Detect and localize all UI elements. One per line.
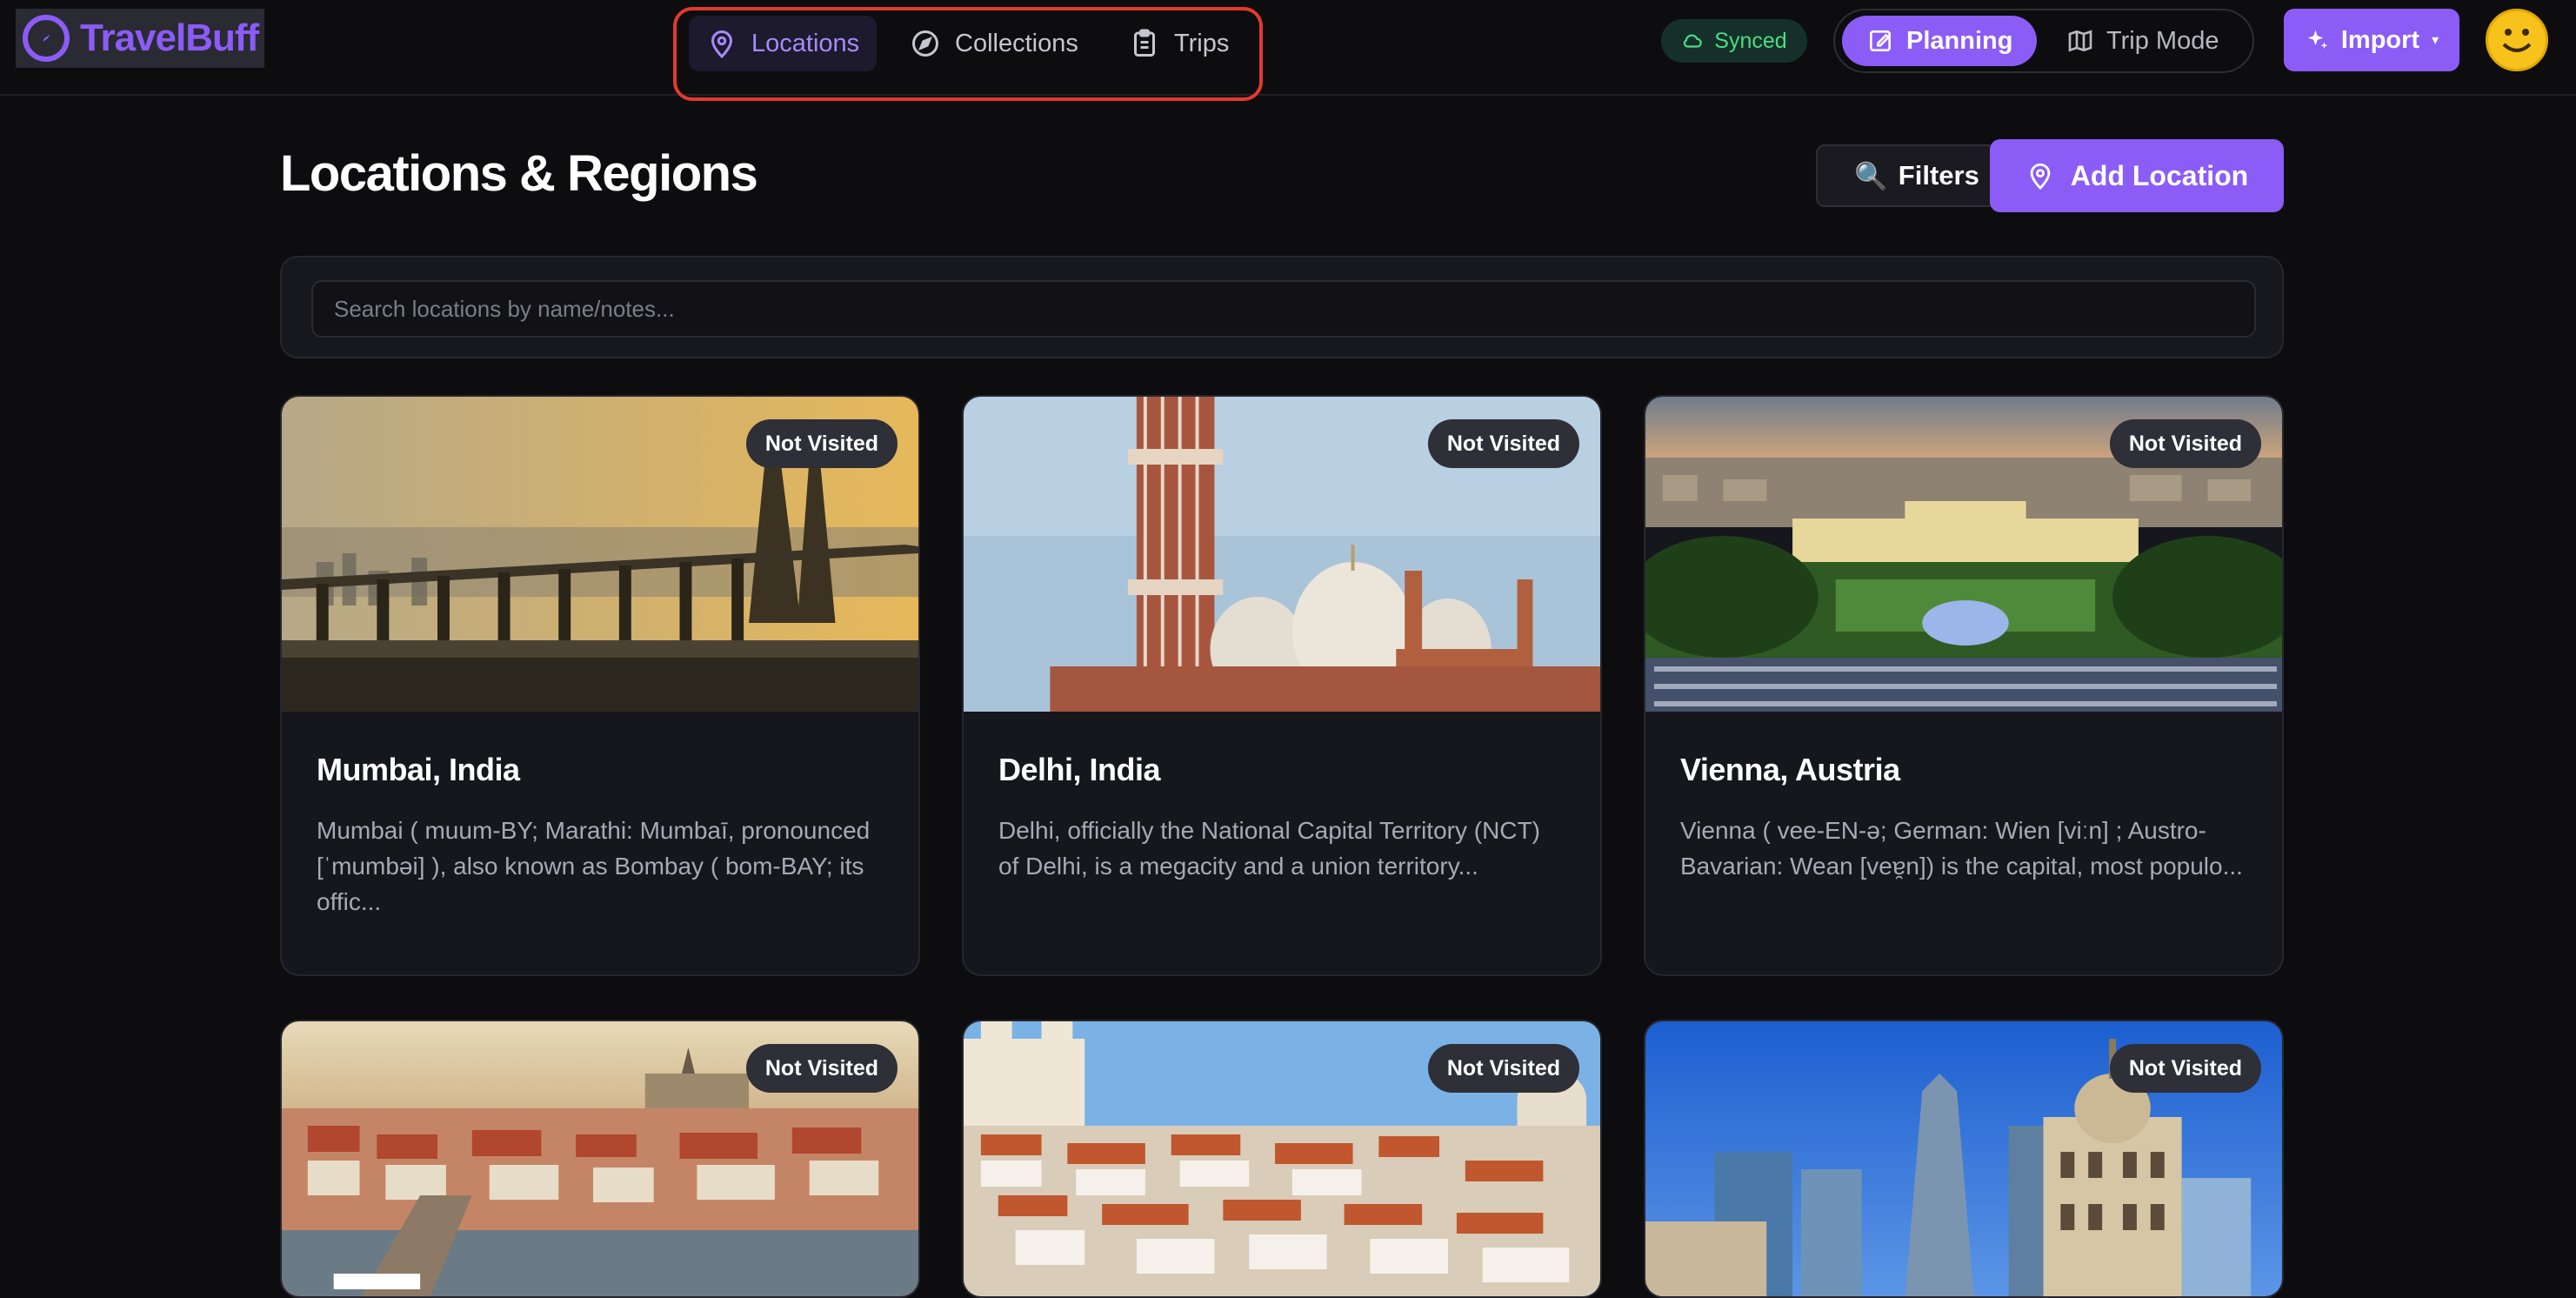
app-logo[interactable]: TravelBuff — [16, 9, 264, 68]
nav-item-collections[interactable]: Collections — [892, 16, 1096, 71]
map-pin-icon — [2030, 163, 2051, 191]
app-name: TravelBuff — [80, 17, 259, 59]
location-card[interactable]: Not Visited — [280, 1020, 920, 1298]
location-image: Not Visited — [964, 1021, 1600, 1296]
search-input[interactable] — [311, 280, 2256, 338]
nav-item-label: Trips — [1174, 29, 1230, 57]
clipboard-icon — [1134, 29, 1155, 57]
chevron-down-icon: ▾ — [2432, 33, 2439, 48]
location-card[interactable]: Not Visited — [962, 1020, 1602, 1298]
trip-mode-button[interactable]: Trip Mode — [2042, 16, 2243, 66]
planning-label: Planning — [1906, 26, 2013, 55]
compass-icon — [912, 30, 938, 57]
status-badge: Not Visited — [1427, 419, 1579, 468]
planning-mode-button[interactable]: Planning — [1842, 16, 2038, 66]
compass-logo-icon — [23, 15, 70, 62]
cloud-icon — [1684, 34, 1703, 48]
sync-status-badge: Synced — [1661, 19, 1807, 63]
location-description: Mumbai ( muum-BY; Marathi: Mumbaī, prono… — [317, 817, 871, 915]
edit-icon — [1870, 30, 1891, 51]
add-location-button[interactable]: Add Location — [1990, 139, 2284, 212]
magnifier-icon: 🔍 — [1854, 160, 1888, 191]
location-image: Not Visited — [964, 397, 1600, 712]
status-badge: Not Visited — [2109, 419, 2261, 468]
page-title: Locations & Regions — [280, 145, 758, 202]
location-description: Vienna ( vee-EN-ə; German: Wien [viːn] ;… — [1680, 817, 2243, 880]
add-location-label: Add Location — [2070, 159, 2249, 191]
nav-item-label: Collections — [955, 29, 1078, 57]
user-avatar[interactable] — [2486, 9, 2548, 71]
status-badge: Not Visited — [745, 1044, 898, 1093]
status-badge: Not Visited — [745, 419, 898, 468]
filters-label: Filters — [1898, 160, 1979, 191]
location-image: Not Visited — [1645, 1021, 2282, 1296]
location-image: Not Visited — [282, 1021, 918, 1296]
sync-label: Synced — [1714, 28, 1787, 53]
location-image: Not Visited — [1645, 397, 2282, 712]
map-icon — [2068, 30, 2092, 52]
location-card-vienna[interactable]: Not Visited Vienna, Austria Vienna ( vee… — [1644, 395, 2284, 976]
location-image: Not Visited — [282, 397, 918, 712]
status-badge: Not Visited — [1427, 1044, 1579, 1093]
location-description: Delhi, officially the National Capital T… — [998, 817, 1540, 880]
filters-button[interactable]: 🔍 Filters — [1816, 144, 2018, 207]
import-label: Import — [2340, 25, 2420, 54]
nav-item-trips[interactable]: Trips — [1111, 16, 1246, 71]
location-card-delhi[interactable]: Not Visited Delhi, India Delhi, official… — [962, 395, 1602, 976]
nav-item-locations[interactable]: Locations — [689, 16, 878, 71]
sparkles-icon — [2307, 30, 2328, 49]
search-panel — [280, 256, 2284, 358]
location-card-mumbai[interactable]: Not Visited Mumbai, India Mumbai ( muum-… — [280, 395, 920, 976]
top-bar: TravelBuff Locations Collections Trips S… — [0, 0, 2576, 101]
location-title: Delhi, India — [998, 752, 1161, 787]
location-card[interactable]: Not Visited — [1644, 1020, 2284, 1298]
nav-item-label: Locations — [751, 29, 860, 57]
main-nav: Locations Collections Trips — [673, 7, 1263, 101]
mode-toggle: Planning Trip Mode — [1833, 9, 2254, 73]
map-pin-icon — [711, 30, 733, 59]
trip-mode-label: Trip Mode — [2106, 26, 2219, 55]
import-button[interactable]: Import ▾ — [2284, 9, 2459, 71]
status-badge: Not Visited — [2109, 1044, 2261, 1093]
location-title: Mumbai, India — [317, 752, 520, 787]
location-title: Vienna, Austria — [1680, 752, 1900, 787]
